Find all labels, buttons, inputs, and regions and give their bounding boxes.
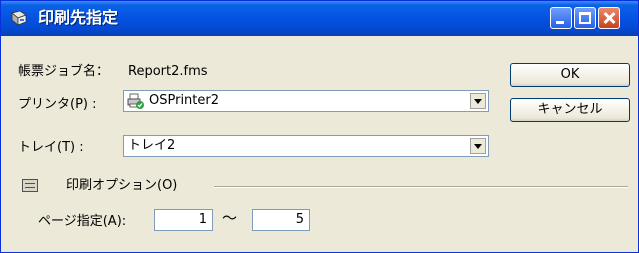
window-title: 印刷先指定 [38, 8, 119, 27]
maximize-button[interactable] [574, 7, 596, 29]
section-divider [214, 186, 628, 188]
page-range-label: ページ指定(A): [38, 214, 127, 229]
printer-select[interactable]: OSPrinter2 [123, 90, 489, 112]
range-separator: ～ [222, 209, 238, 227]
ok-button[interactable]: OK [510, 63, 630, 87]
chevron-down-icon[interactable] [470, 93, 486, 109]
page-to-input[interactable]: 5 [252, 209, 310, 231]
cancel-button[interactable]: キャンセル [510, 98, 630, 122]
chevron-down-icon[interactable] [470, 138, 486, 154]
print-destination-dialog: 印刷先指定 帳票ジョブ名： Report2.fms プリンタ(P) : OSPr… [0, 0, 639, 253]
app-icon [11, 10, 27, 26]
page-from-input[interactable]: 1 [154, 209, 213, 231]
printer-ok-icon [127, 93, 144, 109]
report-name-label: 帳票ジョブ名： [18, 64, 110, 79]
print-options-label[interactable]: 印刷オプション(O) [66, 178, 177, 194]
title-bar[interactable]: 印刷先指定 [1, 1, 638, 36]
printer-label: プリンタ(P) : [18, 97, 97, 112]
collapse-section-icon[interactable] [22, 179, 38, 192]
close-button[interactable] [598, 7, 620, 29]
minimize-button[interactable] [550, 7, 572, 29]
report-name-value: Report2.fms [128, 64, 208, 79]
tray-value: トレイ2 [128, 138, 176, 153]
tray-select[interactable]: トレイ2 [123, 135, 489, 157]
printer-value: OSPrinter2 [149, 93, 220, 108]
tray-label: トレイ(T) : [18, 140, 84, 155]
